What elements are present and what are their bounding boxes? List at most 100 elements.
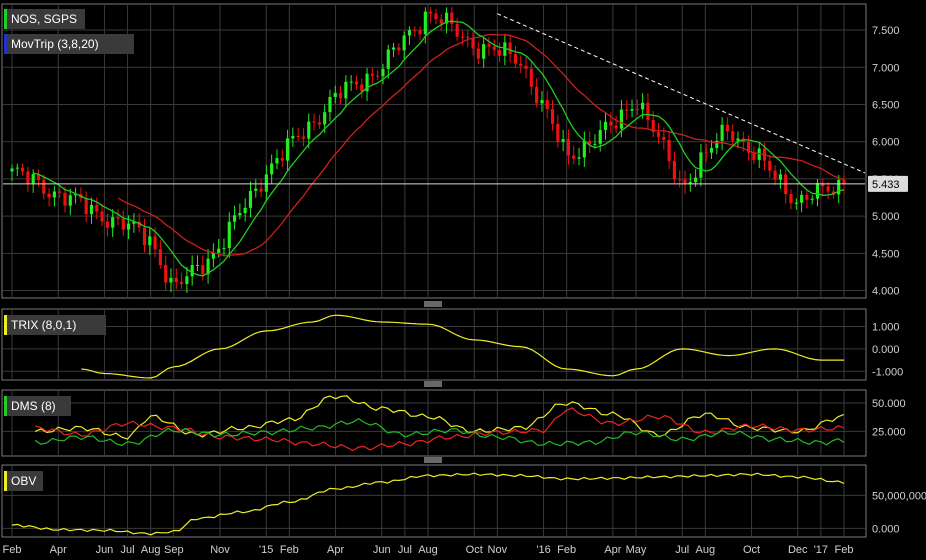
candle-body xyxy=(291,135,295,139)
candle-body xyxy=(275,158,279,164)
candle-body xyxy=(577,157,581,159)
candle-body xyxy=(513,53,518,64)
candle-body xyxy=(429,11,433,14)
candle-body xyxy=(402,35,406,51)
y-tick-label: 4.000 xyxy=(872,286,900,298)
candle-body xyxy=(810,198,814,200)
candle-body xyxy=(731,131,735,141)
candle-body xyxy=(476,48,480,59)
panel-separator-0 xyxy=(424,301,442,307)
candle-body xyxy=(699,152,703,178)
candle-body xyxy=(370,73,374,76)
candle-body xyxy=(111,217,115,228)
panel-separator-2 xyxy=(424,457,442,463)
candle-body xyxy=(662,136,666,140)
y-tick-label: 5.000 xyxy=(872,211,900,223)
x-tick-label: Feb xyxy=(3,544,22,556)
candle-body xyxy=(582,140,586,158)
candle-body xyxy=(704,152,708,154)
candle-body xyxy=(259,188,263,192)
candle-body xyxy=(815,182,820,199)
y-tick-label: 0.000 xyxy=(872,523,900,535)
candle-body xyxy=(842,179,846,184)
candle-body xyxy=(31,174,35,184)
candle-body xyxy=(789,194,793,204)
panel-frame-dms xyxy=(1,389,867,457)
candle-body xyxy=(450,12,454,24)
dms-series-line-1 xyxy=(34,407,845,452)
candle-body xyxy=(593,143,597,145)
x-tick-label: Aug xyxy=(418,544,438,556)
candle-body xyxy=(84,198,88,215)
candle-body xyxy=(89,204,94,215)
candle-body xyxy=(264,174,268,192)
x-tick-label: '15 xyxy=(259,544,273,556)
candle-body xyxy=(121,218,125,230)
candle-body xyxy=(344,81,348,99)
candle-body xyxy=(434,13,438,20)
y-tick-label: 1.000 xyxy=(872,321,900,333)
candle-body xyxy=(646,102,650,121)
candle-body xyxy=(397,47,401,51)
candle-body xyxy=(105,221,109,228)
candle-body xyxy=(211,252,215,259)
x-tick-label: Nov xyxy=(488,544,508,556)
candle-body xyxy=(773,170,777,180)
legend-swatch xyxy=(4,9,7,29)
candle-body xyxy=(248,190,253,208)
x-tick-label: Aug xyxy=(141,544,161,556)
candle-body xyxy=(471,37,475,49)
candle-body xyxy=(609,121,613,126)
y-tick-label: 25.000 xyxy=(872,426,906,438)
candle-body xyxy=(201,264,205,275)
candle-body xyxy=(794,202,798,204)
candle-body xyxy=(535,86,539,104)
x-tick-label: Nov xyxy=(210,544,230,556)
candle-body xyxy=(185,276,189,284)
candle-body xyxy=(656,131,661,137)
candle-body xyxy=(598,130,602,144)
candle-body xyxy=(418,30,422,35)
candle-body xyxy=(95,204,99,212)
candle-body xyxy=(466,36,470,38)
x-tick-label: Aug xyxy=(696,544,716,556)
x-tick-label: Jun xyxy=(96,544,114,556)
x-tick-label: Sep xyxy=(164,544,184,556)
candle-body xyxy=(190,265,194,277)
legend-label: MovTrip (3,8,20) xyxy=(11,37,99,51)
candle-body xyxy=(709,148,714,153)
legend-swatch xyxy=(4,471,7,491)
candle-body xyxy=(153,236,157,250)
candle-body xyxy=(349,81,353,83)
candle-body xyxy=(333,92,337,97)
y-tick-label: 50,000,000 xyxy=(872,490,926,502)
candle-body xyxy=(195,264,200,266)
x-tick-label: Apr xyxy=(604,544,621,556)
candle-body xyxy=(270,163,274,175)
candle-body xyxy=(164,264,168,283)
candle-body xyxy=(641,102,645,110)
candle-body xyxy=(561,139,565,142)
x-tick-label: Apr xyxy=(327,544,344,556)
x-tick-label: Dec xyxy=(788,544,808,556)
y-tick-label: 6.000 xyxy=(872,137,900,149)
panel-separator-1 xyxy=(424,381,442,387)
x-tick-label: Jul xyxy=(121,544,135,556)
candle-body xyxy=(725,124,729,132)
candle-body xyxy=(423,11,427,35)
candle-body xyxy=(678,179,682,181)
candle-body xyxy=(21,167,25,172)
candle-body xyxy=(26,171,30,184)
x-tick-label: Oct xyxy=(743,544,760,556)
x-tick-label: '16 xyxy=(536,544,550,556)
candle-body xyxy=(407,30,412,36)
candle-body xyxy=(630,109,634,111)
candle-body xyxy=(296,135,300,137)
candle-body xyxy=(524,65,528,69)
x-tick-label: Jul xyxy=(398,544,412,556)
candle-body xyxy=(778,174,782,180)
candle-body xyxy=(519,63,523,66)
legend-swatch xyxy=(4,315,7,335)
candle-body xyxy=(158,249,162,265)
candle-body xyxy=(800,194,804,203)
